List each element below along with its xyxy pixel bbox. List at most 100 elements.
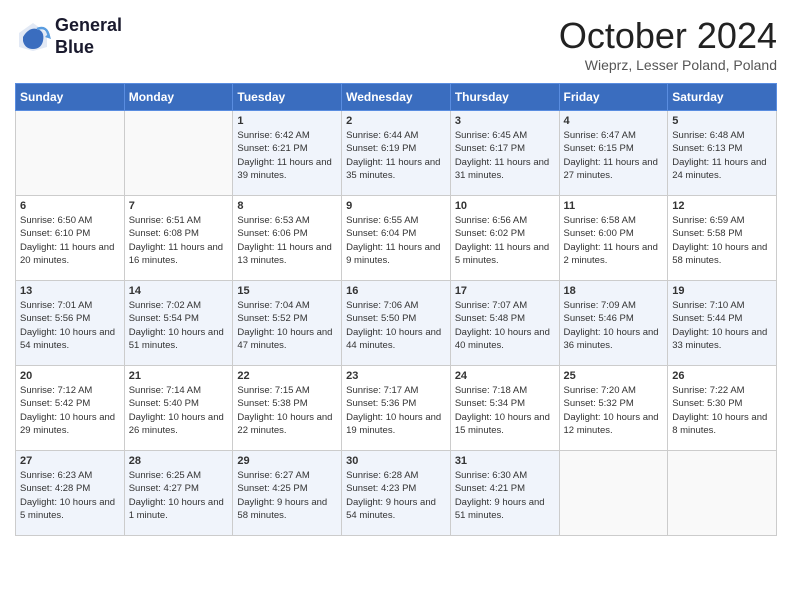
day-info: Sunrise: 7:01 AM Sunset: 5:56 PM Dayligh…: [20, 299, 120, 352]
day-info: Sunrise: 6:42 AM Sunset: 6:21 PM Dayligh…: [237, 129, 337, 182]
weekday-header-row: SundayMondayTuesdayWednesdayThursdayFrid…: [16, 84, 777, 111]
calendar-cell: 29 Sunrise: 6:27 AM Sunset: 4:25 PM Dayli…: [233, 451, 342, 536]
calendar-week-row: 13 Sunrise: 7:01 AM Sunset: 5:56 PM Dayli…: [16, 281, 777, 366]
day-info: Sunrise: 7:04 AM Sunset: 5:52 PM Dayligh…: [237, 299, 337, 352]
day-number: 7: [129, 200, 229, 212]
day-info: Sunrise: 6:50 AM Sunset: 6:10 PM Dayligh…: [20, 214, 120, 267]
weekday-header-monday: Monday: [124, 84, 233, 111]
day-info: Sunrise: 6:48 AM Sunset: 6:13 PM Dayligh…: [672, 129, 772, 182]
day-info: Sunrise: 7:22 AM Sunset: 5:30 PM Dayligh…: [672, 384, 772, 437]
day-number: 6: [20, 200, 120, 212]
day-number: 31: [455, 455, 555, 467]
weekday-header-saturday: Saturday: [668, 84, 777, 111]
day-number: 4: [564, 115, 664, 127]
day-number: 28: [129, 455, 229, 467]
day-number: 22: [237, 370, 337, 382]
day-info: Sunrise: 6:53 AM Sunset: 6:06 PM Dayligh…: [237, 214, 337, 267]
day-info: Sunrise: 7:17 AM Sunset: 5:36 PM Dayligh…: [346, 384, 446, 437]
day-info: Sunrise: 7:14 AM Sunset: 5:40 PM Dayligh…: [129, 384, 229, 437]
day-number: 8: [237, 200, 337, 212]
day-info: Sunrise: 7:20 AM Sunset: 5:32 PM Dayligh…: [564, 384, 664, 437]
calendar-cell: [16, 111, 125, 196]
calendar-cell: [668, 451, 777, 536]
calendar-cell: 23 Sunrise: 7:17 AM Sunset: 5:36 PM Dayli…: [342, 366, 451, 451]
calendar-cell: 22Sunrise: 7:15 AM Sunset: 5:38 PM Dayli…: [233, 366, 342, 451]
day-info: Sunrise: 6:30 AM Sunset: 4:21 PM Dayligh…: [455, 469, 555, 522]
day-number: 9: [346, 200, 446, 212]
calendar-cell: 7 Sunrise: 6:51 AM Sunset: 6:08 PM Daylig…: [124, 196, 233, 281]
calendar-cell: 11 Sunrise: 6:58 AM Sunset: 6:00 PM Dayli…: [559, 196, 668, 281]
weekday-header-sunday: Sunday: [16, 84, 125, 111]
weekday-header-friday: Friday: [559, 84, 668, 111]
weekday-header-tuesday: Tuesday: [233, 84, 342, 111]
calendar-cell: 17 Sunrise: 7:07 AM Sunset: 5:48 PM Dayli…: [450, 281, 559, 366]
day-number: 20: [20, 370, 120, 382]
calendar-cell: 24Sunrise: 7:18 AM Sunset: 5:34 PM Dayli…: [450, 366, 559, 451]
calendar-cell: [124, 111, 233, 196]
day-info: Sunrise: 6:56 AM Sunset: 6:02 PM Dayligh…: [455, 214, 555, 267]
month-title: October 2024: [559, 15, 777, 57]
calendar-cell: 31 Sunrise: 6:30 AM Sunset: 4:21 PM Dayli…: [450, 451, 559, 536]
day-number: 23: [346, 370, 446, 382]
calendar-cell: 28 Sunrise: 6:25 AM Sunset: 4:27 PM Dayli…: [124, 451, 233, 536]
day-info: Sunrise: 6:28 AM Sunset: 4:23 PM Dayligh…: [346, 469, 446, 522]
calendar-cell: 27 Sunrise: 6:23 AM Sunset: 4:28 PM Dayli…: [16, 451, 125, 536]
calendar-cell: 25Sunrise: 7:20 AM Sunset: 5:32 PM Dayli…: [559, 366, 668, 451]
day-number: 14: [129, 285, 229, 297]
calendar-cell: 10 Sunrise: 6:56 AM Sunset: 6:02 PM Dayli…: [450, 196, 559, 281]
day-number: 1: [237, 115, 337, 127]
day-info: Sunrise: 6:25 AM Sunset: 4:27 PM Dayligh…: [129, 469, 229, 522]
calendar-cell: 15Sunrise: 7:04 AM Sunset: 5:52 PM Dayli…: [233, 281, 342, 366]
logo: General Blue: [15, 15, 122, 58]
day-info: Sunrise: 7:10 AM Sunset: 5:44 PM Dayligh…: [672, 299, 772, 352]
day-number: 27: [20, 455, 120, 467]
day-number: 10: [455, 200, 555, 212]
day-info: Sunrise: 7:18 AM Sunset: 5:34 PM Dayligh…: [455, 384, 555, 437]
day-number: 30: [346, 455, 446, 467]
calendar-cell: 5 Sunrise: 6:48 AM Sunset: 6:13 PM Daylig…: [668, 111, 777, 196]
day-info: Sunrise: 6:27 AM Sunset: 4:25 PM Dayligh…: [237, 469, 337, 522]
day-info: Sunrise: 7:02 AM Sunset: 5:54 PM Dayligh…: [129, 299, 229, 352]
calendar-cell: 2 Sunrise: 6:44 AM Sunset: 6:19 PM Daylig…: [342, 111, 451, 196]
day-number: 13: [20, 285, 120, 297]
day-number: 26: [672, 370, 772, 382]
day-number: 21: [129, 370, 229, 382]
calendar-cell: 19Sunrise: 7:10 AM Sunset: 5:44 PM Dayli…: [668, 281, 777, 366]
day-number: 12: [672, 200, 772, 212]
weekday-header-wednesday: Wednesday: [342, 84, 451, 111]
calendar-cell: [559, 451, 668, 536]
day-number: 17: [455, 285, 555, 297]
calendar-body: 1 Sunrise: 6:42 AM Sunset: 6:21 PM Daylig…: [16, 111, 777, 536]
calendar-week-row: 20 Sunrise: 7:12 AM Sunset: 5:42 PM Dayli…: [16, 366, 777, 451]
calendar-cell: 6 Sunrise: 6:50 AM Sunset: 6:10 PM Daylig…: [16, 196, 125, 281]
day-number: 11: [564, 200, 664, 212]
day-info: Sunrise: 6:58 AM Sunset: 6:00 PM Dayligh…: [564, 214, 664, 267]
calendar-header: SundayMondayTuesdayWednesdayThursdayFrid…: [16, 84, 777, 111]
calendar-cell: 20 Sunrise: 7:12 AM Sunset: 5:42 PM Dayli…: [16, 366, 125, 451]
calendar-cell: 26 Sunrise: 7:22 AM Sunset: 5:30 PM Dayli…: [668, 366, 777, 451]
day-info: Sunrise: 6:55 AM Sunset: 6:04 PM Dayligh…: [346, 214, 446, 267]
day-info: Sunrise: 6:51 AM Sunset: 6:08 PM Dayligh…: [129, 214, 229, 267]
day-info: Sunrise: 6:44 AM Sunset: 6:19 PM Dayligh…: [346, 129, 446, 182]
day-number: 2: [346, 115, 446, 127]
day-info: Sunrise: 6:23 AM Sunset: 4:28 PM Dayligh…: [20, 469, 120, 522]
day-info: Sunrise: 6:59 AM Sunset: 5:58 PM Dayligh…: [672, 214, 772, 267]
calendar-cell: 1 Sunrise: 6:42 AM Sunset: 6:21 PM Daylig…: [233, 111, 342, 196]
logo-icon: [15, 19, 51, 55]
day-number: 18: [564, 285, 664, 297]
title-block: October 2024 Wieprz, Lesser Poland, Pola…: [559, 15, 777, 73]
page-header: General Blue October 2024 Wieprz, Lesser…: [15, 15, 777, 73]
calendar-week-row: 6 Sunrise: 6:50 AM Sunset: 6:10 PM Daylig…: [16, 196, 777, 281]
day-number: 5: [672, 115, 772, 127]
calendar-week-row: 27 Sunrise: 6:23 AM Sunset: 4:28 PM Dayli…: [16, 451, 777, 536]
calendar-week-row: 1 Sunrise: 6:42 AM Sunset: 6:21 PM Daylig…: [16, 111, 777, 196]
day-number: 29: [237, 455, 337, 467]
day-number: 16: [346, 285, 446, 297]
logo-text: General Blue: [55, 15, 122, 58]
calendar-table: SundayMondayTuesdayWednesdayThursdayFrid…: [15, 83, 777, 536]
day-info: Sunrise: 7:09 AM Sunset: 5:46 PM Dayligh…: [564, 299, 664, 352]
day-info: Sunrise: 7:12 AM Sunset: 5:42 PM Dayligh…: [20, 384, 120, 437]
day-info: Sunrise: 7:07 AM Sunset: 5:48 PM Dayligh…: [455, 299, 555, 352]
calendar-cell: 21 Sunrise: 7:14 AM Sunset: 5:40 PM Dayli…: [124, 366, 233, 451]
day-info: Sunrise: 6:45 AM Sunset: 6:17 PM Dayligh…: [455, 129, 555, 182]
